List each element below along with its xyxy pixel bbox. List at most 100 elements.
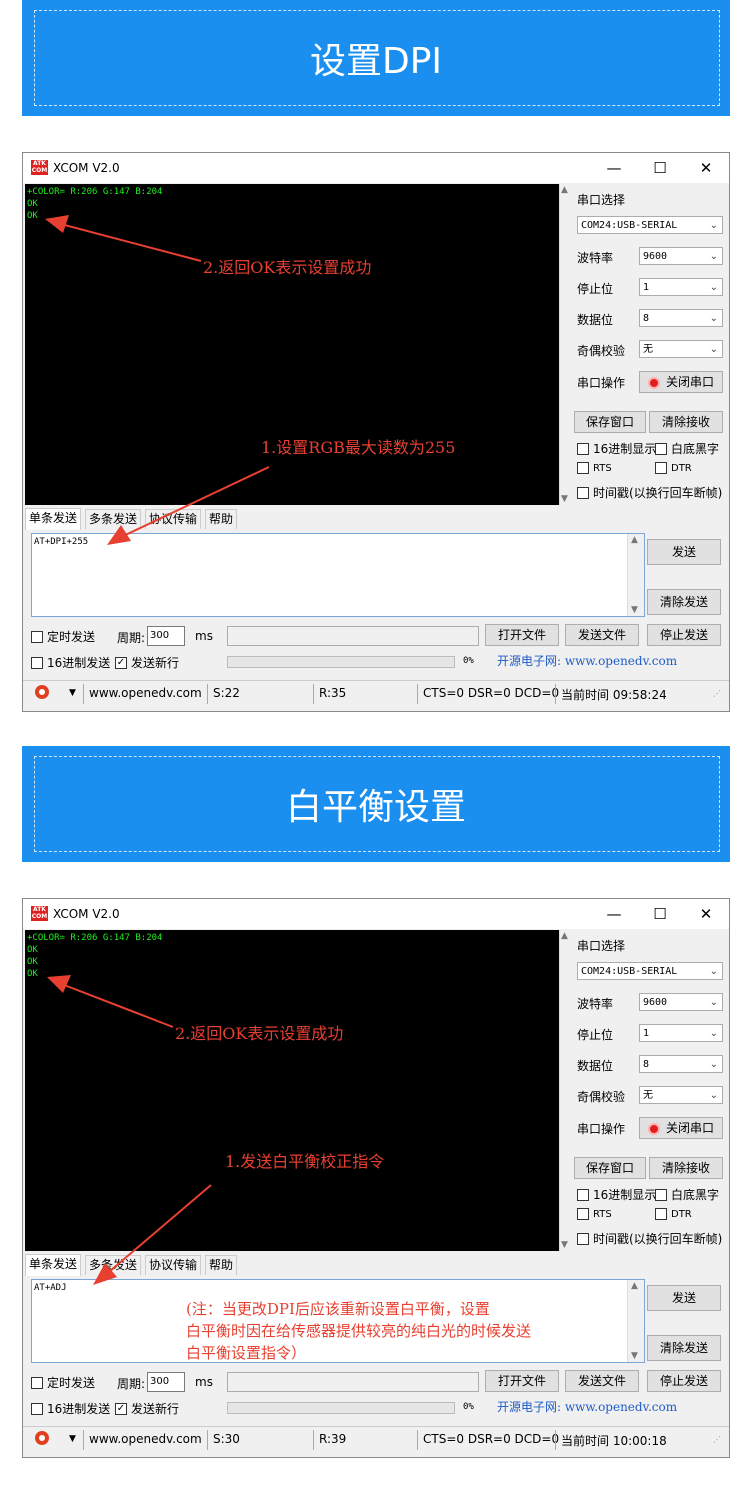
send-file-button[interactable]: 发送文件 (565, 624, 639, 646)
tab-protocol[interactable]: 协议传输 (145, 1255, 202, 1275)
scroll-down-icon[interactable]: ▼ (561, 494, 568, 504)
close-button[interactable]: ✕ (691, 903, 721, 925)
status-url[interactable]: www.openedv.com (89, 686, 202, 700)
stop-send-button[interactable]: 停止发送 (647, 1370, 721, 1392)
baud-select[interactable]: 9600 ⌄ (639, 247, 723, 265)
annotation-command: 1.设置RGB最大读数为255 (261, 438, 456, 457)
stopbits-select[interactable]: 1 ⌄ (639, 1024, 723, 1042)
white-bg-checkbox[interactable]: 白底黑字 (655, 440, 719, 457)
white-bg-checkbox[interactable]: 白底黑字 (655, 1186, 719, 1203)
hex-display-checkbox[interactable]: 16进制显示 (577, 1186, 656, 1203)
baud-select[interactable]: 9600 ⌄ (639, 993, 723, 1011)
dtr-checkbox[interactable]: DTR (655, 1208, 692, 1220)
minimize-button[interactable]: — (599, 903, 629, 925)
port-select[interactable]: COM24:USB-SERIAL ⌄ (577, 962, 723, 980)
scroll-up-icon[interactable]: ▲ (631, 1281, 638, 1291)
close-port-button[interactable]: 关闭串口 (639, 1117, 723, 1139)
clear-receive-button[interactable]: 清除接收 (649, 1157, 723, 1179)
terminal-line: OK (27, 199, 38, 209)
maximize-button[interactable]: ☐ (645, 157, 675, 179)
scroll-up-icon[interactable]: ▲ (561, 185, 568, 195)
status-url[interactable]: www.openedv.com (89, 1432, 202, 1446)
close-port-button[interactable]: 关闭串口 (639, 371, 723, 393)
record-icon[interactable] (35, 685, 49, 699)
chevron-down-icon: ⌄ (709, 1028, 718, 1039)
note-line: 白平衡设置指令） (186, 1344, 307, 1362)
databits-select[interactable]: 8 ⌄ (639, 1055, 723, 1073)
clear-send-button[interactable]: 清除发送 (647, 1335, 721, 1361)
send-input[interactable]: AT+ADJ (注：当更改DPI后应该重新设置白平衡，设置 白平衡时因在给传感器… (31, 1279, 645, 1363)
send-text: AT+ADJ (34, 1283, 67, 1293)
scroll-up-icon[interactable]: ▲ (631, 535, 638, 545)
terminal-line: OK (27, 211, 38, 221)
maximize-button[interactable]: ☐ (645, 903, 675, 925)
timestamp-checkbox[interactable]: 时间戳(以换行回车断帧) (577, 1230, 722, 1247)
hex-send-checkbox[interactable]: 16进制发送 (31, 1400, 110, 1417)
receive-terminal[interactable]: +COLOR= R:206 G:147 B:204 OK OK OK 2.返回O… (25, 930, 559, 1251)
file-path-field[interactable] (227, 626, 479, 646)
send-input[interactable]: AT+DPI+255 (31, 533, 645, 617)
dropdown-arrow-icon[interactable]: ▼ (69, 688, 76, 698)
newline-send-checkbox[interactable]: ✓ 发送新行 (115, 654, 179, 671)
openedv-link[interactable]: 开源电子网: www.openedv.com (497, 1398, 677, 1415)
status-bar: ▼ www.openedv.com S:22 R:35 CTS=0 DSR=0 … (23, 680, 729, 707)
timestamp-checkbox[interactable]: 时间戳(以换行回车断帧) (577, 484, 722, 501)
file-path-field[interactable] (227, 1372, 479, 1392)
databits-select[interactable]: 8 ⌄ (639, 309, 723, 327)
minimize-button[interactable]: — (599, 157, 629, 179)
rts-checkbox[interactable]: RTS (577, 1208, 612, 1220)
send-button[interactable]: 发送 (647, 539, 721, 565)
port-select[interactable]: COM24:USB-SERIAL ⌄ (577, 216, 723, 234)
send-scrollbar[interactable]: ▲ ▼ (627, 534, 644, 616)
tab-single-send[interactable]: 单条发送 (25, 1254, 82, 1276)
send-file-button[interactable]: 发送文件 (565, 1370, 639, 1392)
parity-select[interactable]: 无 ⌄ (639, 340, 723, 358)
clear-receive-button[interactable]: 清除接收 (649, 411, 723, 433)
atk-logo-icon: ATK COM (31, 906, 48, 921)
banner-title: 设置DPI (309, 41, 443, 82)
clear-send-button[interactable]: 清除发送 (647, 589, 721, 615)
status-time: 当前时间 10:00:18 (561, 1434, 667, 1448)
send-button[interactable]: 发送 (647, 1285, 721, 1311)
receive-terminal[interactable]: +COLOR= R:206 G:147 B:204 OK OK 2.返回OK表示… (25, 184, 559, 505)
save-window-button[interactable]: 保存窗口 (574, 1157, 646, 1179)
openedv-link[interactable]: 开源电子网: www.openedv.com (497, 652, 677, 669)
scroll-down-icon[interactable]: ▼ (561, 1240, 568, 1250)
terminal-line: OK (27, 945, 38, 955)
save-window-button[interactable]: 保存窗口 (574, 411, 646, 433)
stopbits-select[interactable]: 1 ⌄ (639, 278, 723, 296)
chevron-down-icon: ⌄ (709, 966, 718, 977)
resize-grip-icon[interactable]: ⋰ (713, 1435, 721, 1444)
timed-send-checkbox[interactable]: 定时发送 (31, 1374, 95, 1391)
tab-protocol[interactable]: 协议传输 (145, 509, 202, 529)
terminal-scrollbar[interactable]: ▲ ▼ (559, 930, 574, 1251)
tab-multi-send[interactable]: 多条发送 (85, 1255, 142, 1275)
send-scrollbar[interactable]: ▲ ▼ (627, 1280, 644, 1362)
tab-help[interactable]: 帮助 (205, 509, 238, 529)
dtr-checkbox[interactable]: DTR (655, 462, 692, 474)
rts-checkbox[interactable]: RTS (577, 462, 612, 474)
resize-grip-icon[interactable]: ⋰ (713, 689, 721, 698)
port-label: 串口选择 (577, 193, 626, 207)
open-file-button[interactable]: 打开文件 (485, 624, 559, 646)
scroll-down-icon[interactable]: ▼ (631, 1351, 638, 1361)
period-input[interactable]: 300 (147, 626, 185, 646)
tab-single-send[interactable]: 单条发送 (25, 508, 82, 530)
hex-send-checkbox[interactable]: 16进制发送 (31, 654, 110, 671)
dropdown-arrow-icon[interactable]: ▼ (69, 1434, 76, 1444)
period-input[interactable]: 300 (147, 1372, 185, 1392)
tab-multi-send[interactable]: 多条发送 (85, 509, 142, 529)
databits-label: 数据位 (577, 313, 614, 327)
newline-send-checkbox[interactable]: ✓ 发送新行 (115, 1400, 179, 1417)
close-button[interactable]: ✕ (691, 157, 721, 179)
tab-help[interactable]: 帮助 (205, 1255, 238, 1275)
record-icon[interactable] (35, 1431, 49, 1445)
stop-send-button[interactable]: 停止发送 (647, 624, 721, 646)
terminal-scrollbar[interactable]: ▲ ▼ (559, 184, 574, 505)
scroll-up-icon[interactable]: ▲ (561, 931, 568, 941)
hex-display-checkbox[interactable]: 16进制显示 (577, 440, 656, 457)
timed-send-checkbox[interactable]: 定时发送 (31, 628, 95, 645)
parity-select[interactable]: 无 ⌄ (639, 1086, 723, 1104)
scroll-down-icon[interactable]: ▼ (631, 605, 638, 615)
open-file-button[interactable]: 打开文件 (485, 1370, 559, 1392)
